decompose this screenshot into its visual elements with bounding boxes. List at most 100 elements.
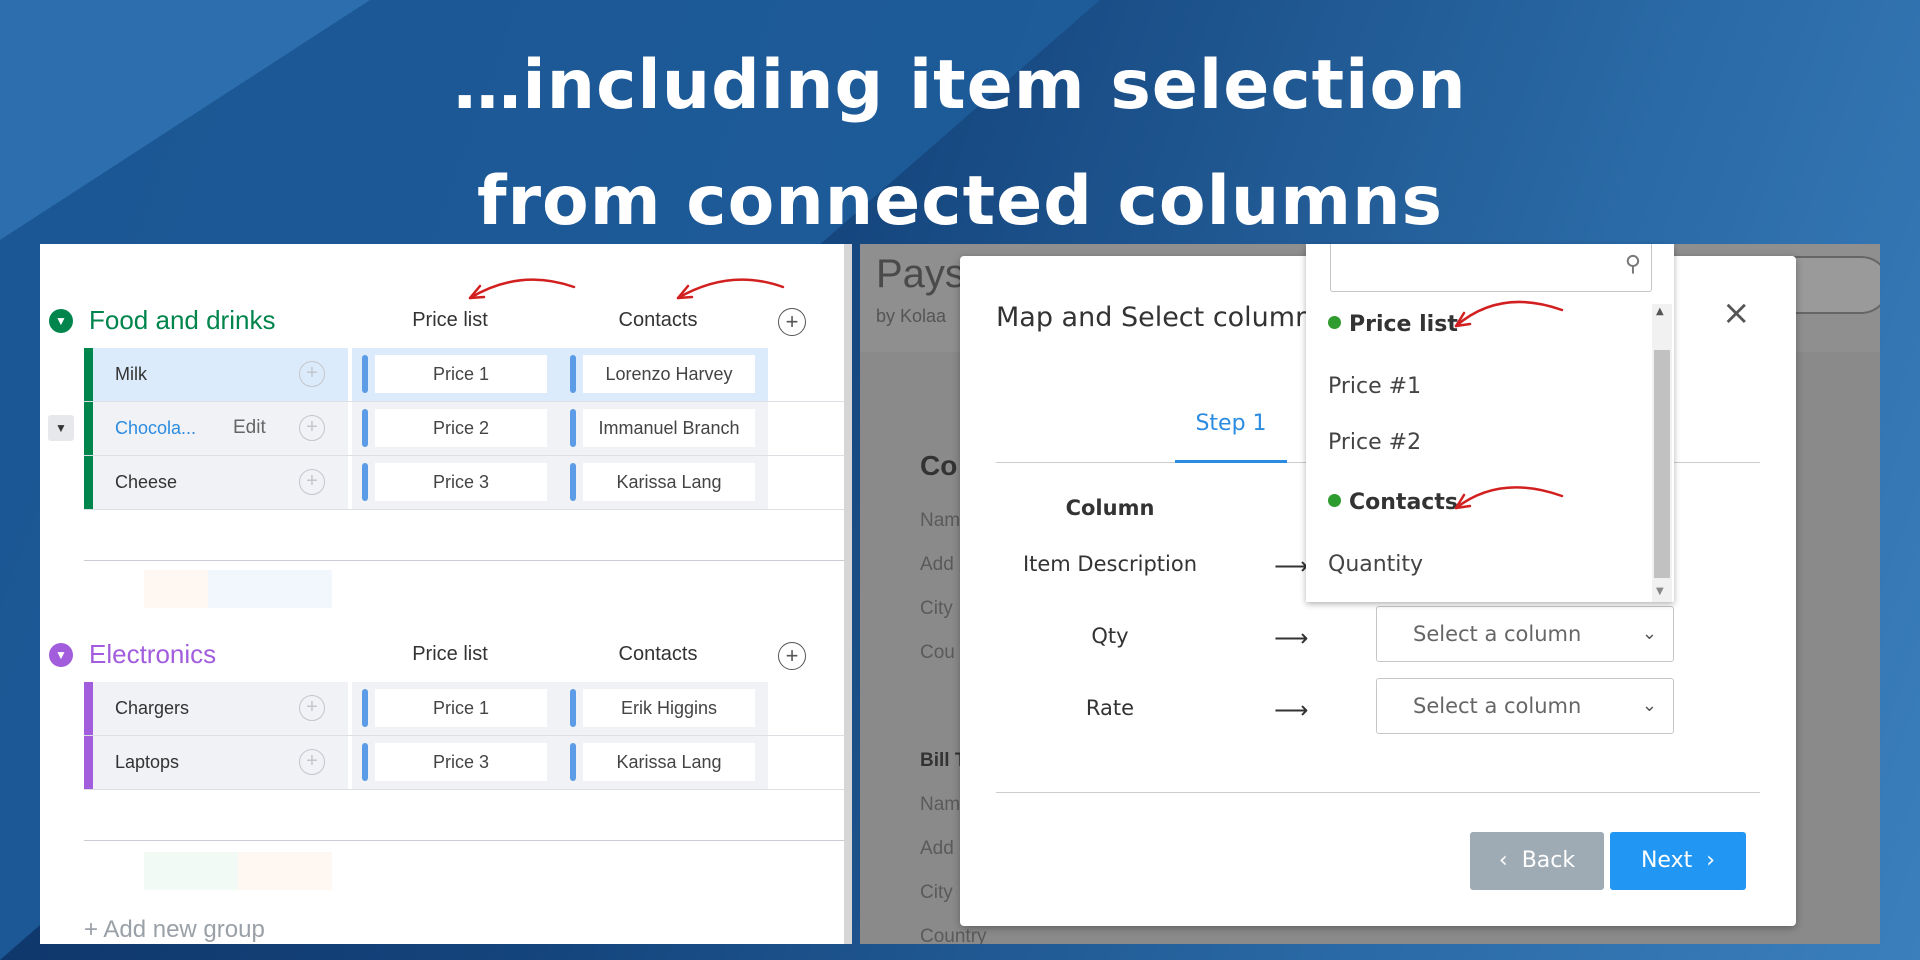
price-cell[interactable]: Price 2 xyxy=(352,402,560,455)
group-header-electronics: ▼ Electronics Price list Contacts + xyxy=(40,634,852,674)
item-name-cell[interactable]: Cheese + xyxy=(93,456,348,509)
price-cell[interactable]: Price 3 xyxy=(352,456,560,509)
contact-value[interactable]: Erik Higgins xyxy=(583,689,755,727)
cell-color-bar xyxy=(362,743,368,781)
back-label: Back xyxy=(1521,848,1576,873)
add-update-icon[interactable]: + xyxy=(299,695,325,721)
headline: …including item selection from connected… xyxy=(0,28,1920,260)
group-header-food: ▼ Food and drinks Price list Contacts + xyxy=(40,300,852,340)
cell-color-bar xyxy=(362,689,368,727)
add-update-icon[interactable]: + xyxy=(299,415,325,441)
board-scrollbar[interactable] xyxy=(844,244,852,944)
price-cell[interactable]: Price 1 xyxy=(352,682,560,735)
table-row[interactable]: Milk + Price 1 Lorenzo Harvey xyxy=(84,348,852,402)
price-cell[interactable]: Price 1 xyxy=(352,348,560,401)
add-column-icon[interactable]: + xyxy=(778,308,806,336)
scrollbar-thumb[interactable] xyxy=(1654,350,1670,578)
column-header-price-list[interactable]: Price list xyxy=(350,309,550,332)
right-arrow-icon: ⟶ xyxy=(1274,624,1309,652)
scroll-down-icon[interactable]: ▼ xyxy=(1656,586,1664,597)
mapping-label: Rate xyxy=(1085,696,1135,720)
table-row[interactable]: Chargers + Price 1 Erik Higgins xyxy=(84,682,852,736)
edit-button[interactable]: Edit xyxy=(233,417,266,439)
table-row[interactable]: Chocola... Edit + Price 2 Immanuel Branc… xyxy=(84,402,852,456)
cell-color-bar xyxy=(570,743,576,781)
dropdown-item[interactable]: Price #1 xyxy=(1328,374,1421,399)
dropdown-search-input[interactable]: ⚲ xyxy=(1330,244,1652,292)
add-column-icon[interactable]: + xyxy=(778,642,806,670)
cell-color-bar xyxy=(570,463,576,501)
chevron-down-icon: ⌄ xyxy=(1641,623,1657,644)
item-name[interactable]: Cheese xyxy=(115,472,177,493)
cell-color-bar xyxy=(570,409,576,447)
column-select-rate[interactable]: Select a column ⌄ xyxy=(1376,678,1674,734)
modal-title: Map and Select column xyxy=(996,302,1313,333)
contact-cell[interactable]: Erik Higgins xyxy=(560,682,768,735)
close-icon[interactable]: × xyxy=(1722,296,1751,330)
dropdown-group-contacts: Contacts xyxy=(1328,490,1458,515)
price-value[interactable]: Price 1 xyxy=(375,689,547,727)
divider xyxy=(84,840,852,841)
item-name-cell[interactable]: Milk + xyxy=(93,348,348,401)
app-author: by Kolaa xyxy=(876,306,947,326)
next-label: Next xyxy=(1640,848,1693,873)
next-button[interactable]: Next › xyxy=(1610,832,1746,890)
table-row[interactable]: Cheese + Price 3 Karissa Lang xyxy=(84,456,852,510)
contact-cell[interactable]: Karissa Lang xyxy=(560,736,768,789)
table-row[interactable]: Laptops + Price 3 Karissa Lang xyxy=(84,736,852,790)
ghost-block xyxy=(144,570,208,608)
row-menu-icon[interactable]: ▼ xyxy=(48,415,74,441)
contact-cell[interactable]: Immanuel Branch xyxy=(560,402,768,455)
contact-value[interactable]: Karissa Lang xyxy=(583,743,755,781)
group-color-bar xyxy=(84,402,93,455)
contact-value[interactable]: Lorenzo Harvey xyxy=(583,355,755,393)
column-header-contacts[interactable]: Contacts xyxy=(558,309,758,332)
price-value[interactable]: Price 1 xyxy=(375,355,547,393)
add-update-icon[interactable]: + xyxy=(299,361,325,387)
dropdown-item[interactable]: Quantity xyxy=(1328,552,1423,577)
group-color-bar xyxy=(84,736,93,789)
price-cell[interactable]: Price 3 xyxy=(352,736,560,789)
column-select-qty[interactable]: Select a column ⌄ xyxy=(1376,606,1674,662)
headline-line-1: …including item selection xyxy=(453,46,1467,125)
bg-label: City xyxy=(920,598,953,619)
contact-value[interactable]: Karissa Lang xyxy=(583,463,755,501)
back-button[interactable]: ‹ Back xyxy=(1470,832,1604,890)
group-collapse-icon[interactable]: ▼ xyxy=(49,309,73,333)
add-update-icon[interactable]: + xyxy=(299,749,325,775)
status-dot-icon xyxy=(1328,494,1341,507)
group-collapse-icon[interactable]: ▼ xyxy=(49,643,73,667)
contact-cell[interactable]: Lorenzo Harvey xyxy=(560,348,768,401)
app-title: Pays xyxy=(876,252,965,296)
scroll-up-icon[interactable]: ▲ xyxy=(1656,306,1664,317)
price-value[interactable]: Price 3 xyxy=(375,743,547,781)
chevron-right-icon: › xyxy=(1692,848,1716,873)
item-name[interactable]: Chocola... xyxy=(115,418,196,439)
column-header-contacts[interactable]: Contacts xyxy=(558,643,758,666)
dropdown-item-label: Contacts xyxy=(1349,490,1458,515)
contact-value[interactable]: Immanuel Branch xyxy=(583,409,755,447)
item-name-cell[interactable]: Chocola... Edit + xyxy=(93,402,348,455)
tab-step-1[interactable]: Step 1 xyxy=(1175,411,1287,436)
group-title[interactable]: Electronics xyxy=(89,639,216,670)
ghost-block xyxy=(208,570,332,608)
bg-label: Add xyxy=(920,554,954,575)
item-name[interactable]: Milk xyxy=(115,364,147,385)
column-dropdown: ⚲ Price list Price #1 Price #2 Contacts … xyxy=(1306,244,1674,602)
item-name-cell[interactable]: Chargers + xyxy=(93,682,348,735)
price-value[interactable]: Price 3 xyxy=(375,463,547,501)
bg-label: Country xyxy=(920,926,987,944)
dropdown-scrollbar[interactable]: ▲ ▼ xyxy=(1652,304,1672,602)
price-value[interactable]: Price 2 xyxy=(375,409,547,447)
search-icon: ⚲ xyxy=(1624,252,1641,277)
item-name-cell[interactable]: Laptops + xyxy=(93,736,348,789)
add-update-icon[interactable]: + xyxy=(299,469,325,495)
add-new-group-button[interactable]: + Add new group xyxy=(84,916,265,944)
item-name[interactable]: Chargers xyxy=(115,698,189,719)
group-title[interactable]: Food and drinks xyxy=(89,305,275,336)
contact-cell[interactable]: Karissa Lang xyxy=(560,456,768,509)
dropdown-item[interactable]: Price #2 xyxy=(1328,430,1421,455)
chevron-left-icon: ‹ xyxy=(1498,848,1522,873)
column-header-price-list[interactable]: Price list xyxy=(350,643,550,666)
item-name[interactable]: Laptops xyxy=(115,752,179,773)
